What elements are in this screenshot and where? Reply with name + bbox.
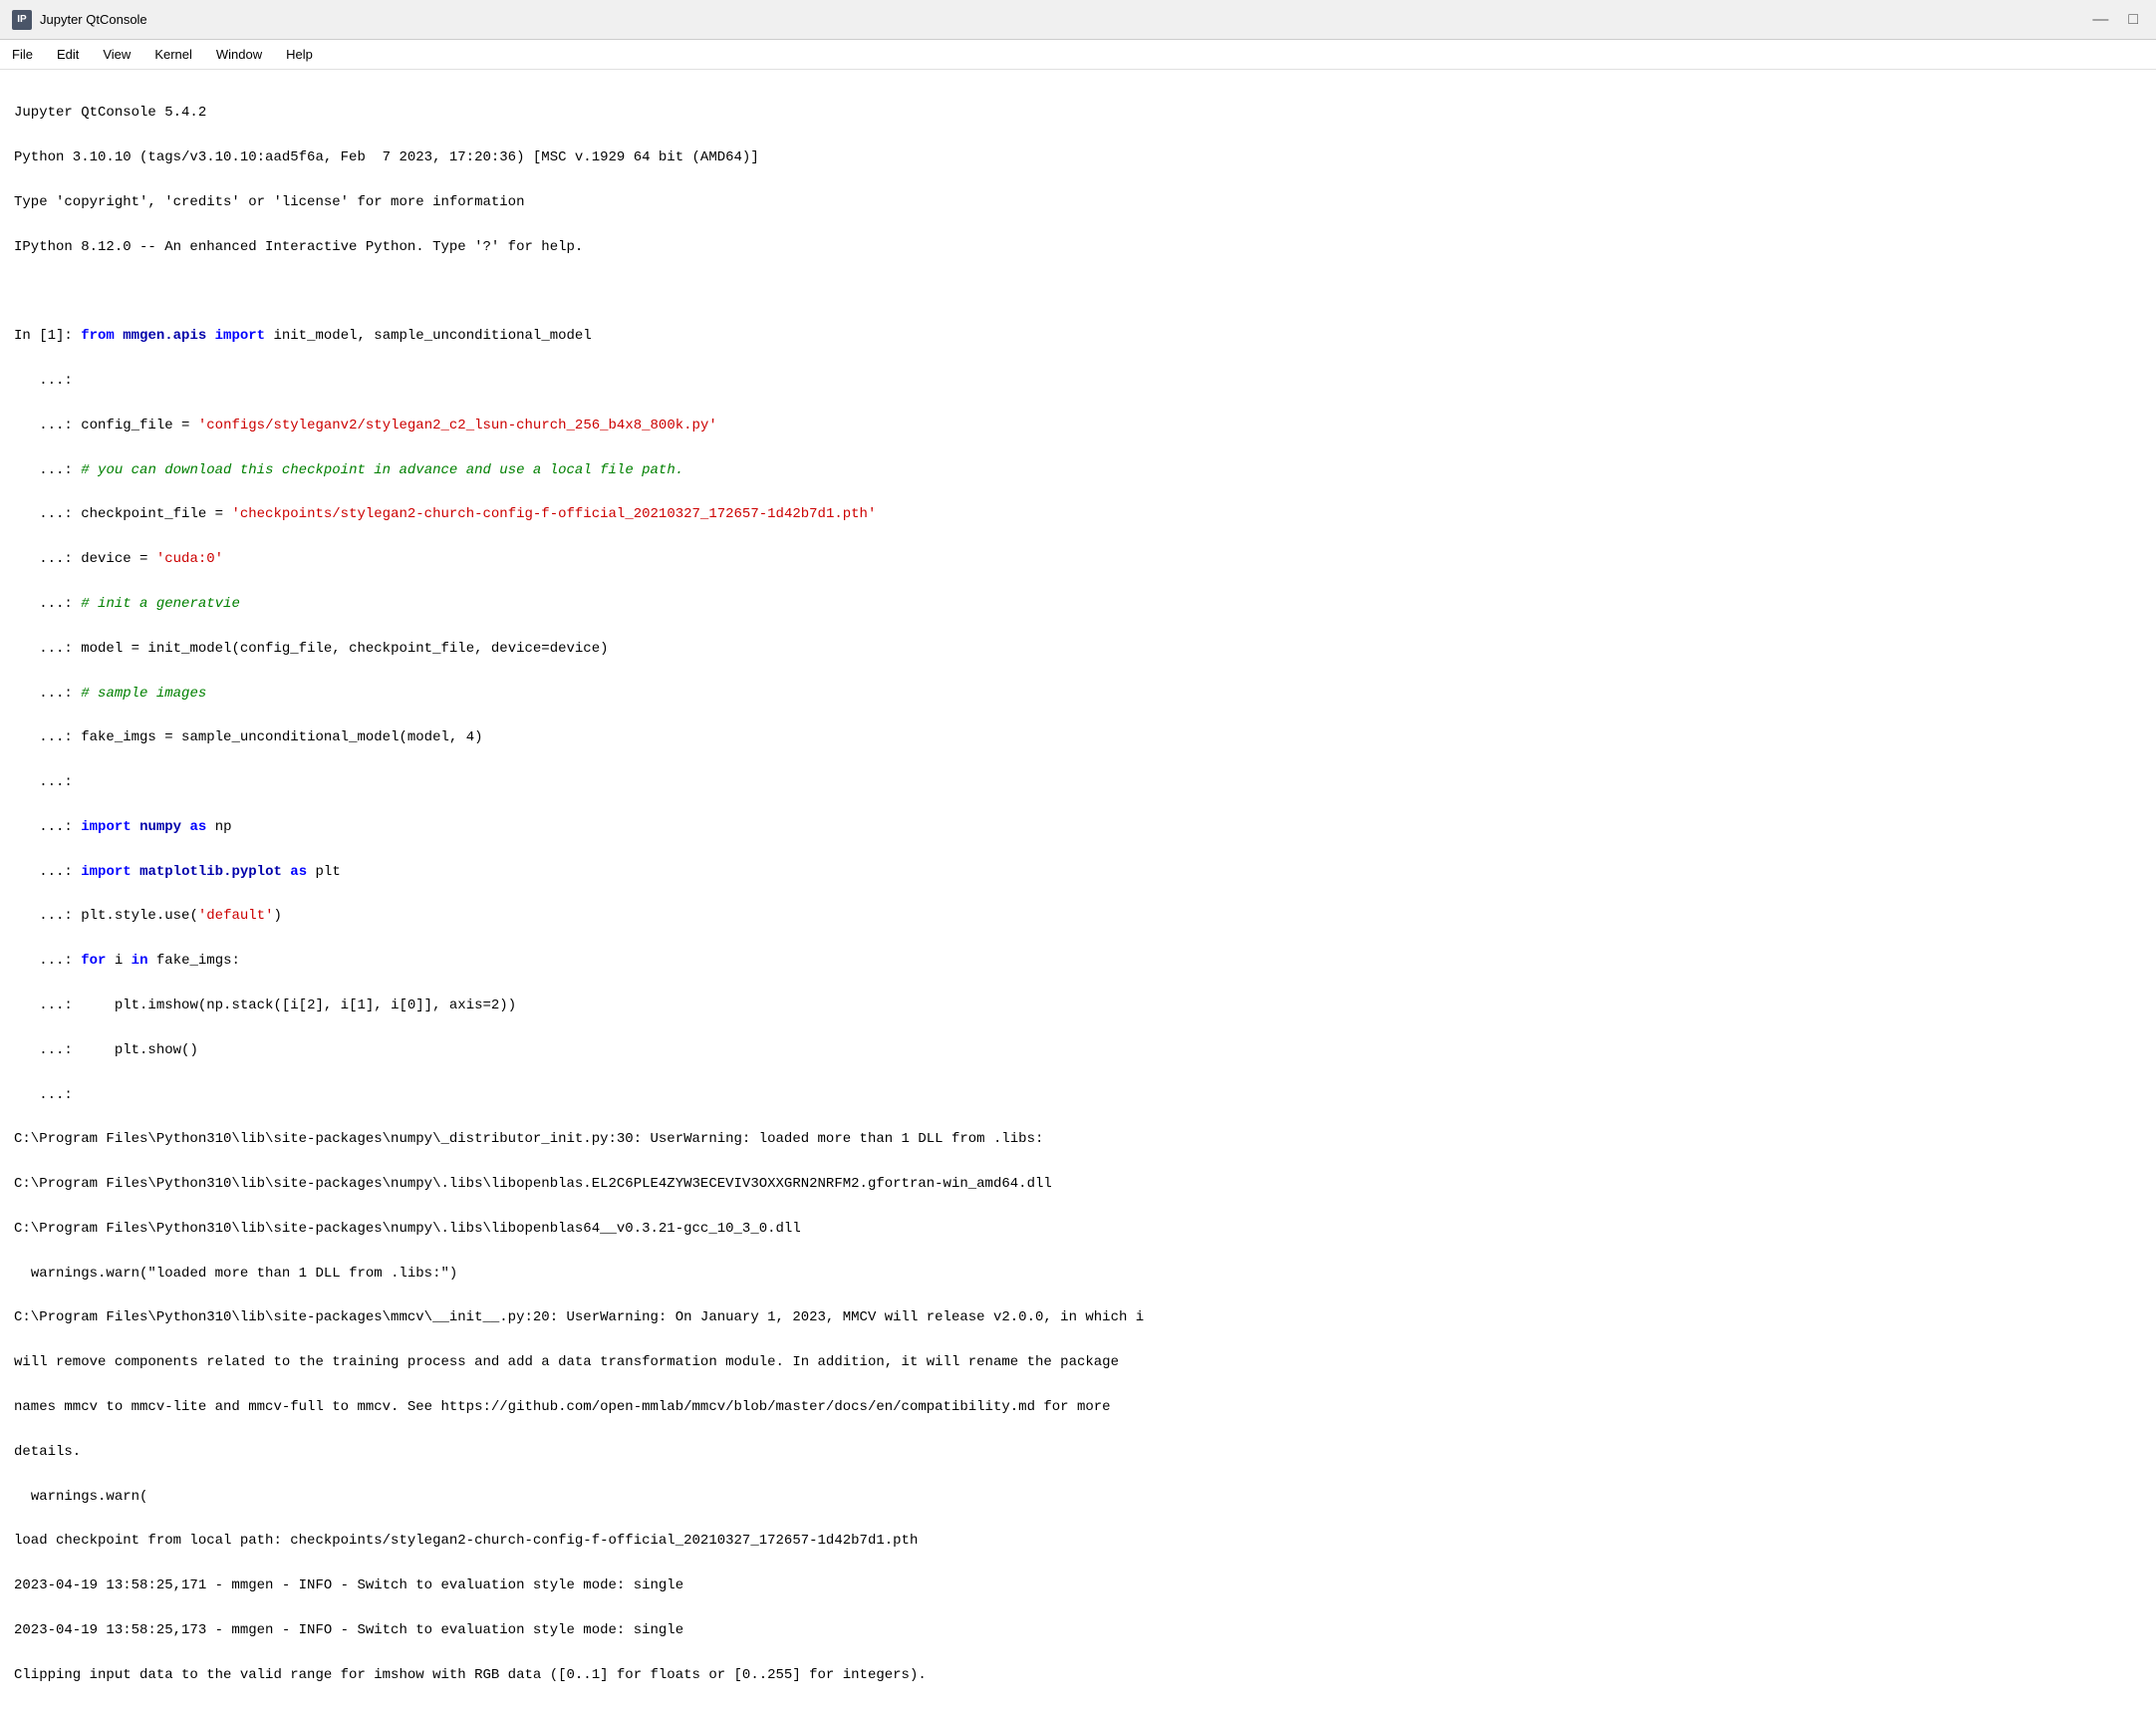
title-bar: IP Jupyter QtConsole — □: [0, 0, 2156, 40]
info-4: Clipping input data to the valid range f…: [14, 1664, 2142, 1686]
continue-4: ...: checkpoint_file = 'checkpoints/styl…: [14, 503, 2142, 525]
menu-kernel[interactable]: Kernel: [150, 45, 196, 64]
warning-8: details.: [14, 1441, 2142, 1463]
warning-1: C:\Program Files\Python310\lib\site-pack…: [14, 1128, 2142, 1150]
continue-11: ...: import numpy as np: [14, 816, 2142, 838]
warning-5: C:\Program Files\Python310\lib\site-pack…: [14, 1306, 2142, 1328]
warning-4: warnings.warn("loaded more than 1 DLL fr…: [14, 1263, 2142, 1285]
continue-8: ...: # sample images: [14, 683, 2142, 705]
blank-line-1: [14, 281, 2142, 303]
menu-view[interactable]: View: [99, 45, 135, 64]
menu-file[interactable]: File: [8, 45, 37, 64]
in-prompt-1: In [1]: from mmgen.apis import init_mode…: [14, 325, 2142, 347]
warning-2: C:\Program Files\Python310\lib\site-pack…: [14, 1173, 2142, 1195]
minimize-button[interactable]: —: [2086, 11, 2114, 29]
continue-14: ...: for i in fake_imgs:: [14, 950, 2142, 972]
continue-7: ...: model = init_model(config_file, che…: [14, 638, 2142, 660]
continue-5: ...: device = 'cuda:0': [14, 548, 2142, 570]
continue-6: ...: # init a generatvie: [14, 593, 2142, 615]
startup-line-4: IPython 8.12.0 -- An enhanced Interactiv…: [14, 236, 2142, 258]
info-1: load checkpoint from local path: checkpo…: [14, 1530, 2142, 1552]
warning-9: warnings.warn(: [14, 1486, 2142, 1508]
maximize-button[interactable]: □: [2122, 11, 2144, 29]
startup-line-3: Type 'copyright', 'credits' or 'license'…: [14, 191, 2142, 213]
menu-bar: File Edit View Kernel Window Help: [0, 40, 2156, 70]
continue-10: ...:: [14, 771, 2142, 793]
warning-6: will remove components related to the tr…: [14, 1351, 2142, 1373]
menu-help[interactable]: Help: [282, 45, 317, 64]
app-icon: IP: [12, 10, 32, 30]
continue-13: ...: plt.style.use('default'): [14, 905, 2142, 927]
console-area: Jupyter QtConsole 5.4.2 Python 3.10.10 (…: [0, 70, 2156, 1719]
continue-9: ...: fake_imgs = sample_unconditional_mo…: [14, 726, 2142, 748]
warning-3: C:\Program Files\Python310\lib\site-pack…: [14, 1218, 2142, 1240]
continue-12: ...: import matplotlib.pyplot as plt: [14, 861, 2142, 883]
window-title: Jupyter QtConsole: [40, 12, 147, 27]
info-2: 2023-04-19 13:58:25,171 - mmgen - INFO -…: [14, 1575, 2142, 1596]
info-3: 2023-04-19 13:58:25,173 - mmgen - INFO -…: [14, 1619, 2142, 1641]
continue-3: ...: # you can download this checkpoint …: [14, 459, 2142, 481]
continue-17: ...:: [14, 1084, 2142, 1106]
continue-16: ...: plt.show(): [14, 1039, 2142, 1061]
menu-edit[interactable]: Edit: [53, 45, 83, 64]
continue-15: ...: plt.imshow(np.stack([i[2], i[1], i[…: [14, 995, 2142, 1016]
menu-window[interactable]: Window: [212, 45, 266, 64]
continue-2: ...: config_file = 'configs/styleganv2/s…: [14, 415, 2142, 436]
warning-7: names mmcv to mmcv-lite and mmcv-full to…: [14, 1396, 2142, 1418]
continue-1: ...:: [14, 370, 2142, 392]
startup-line-2: Python 3.10.10 (tags/v3.10.10:aad5f6a, F…: [14, 146, 2142, 168]
startup-line-1: Jupyter QtConsole 5.4.2: [14, 102, 2142, 124]
